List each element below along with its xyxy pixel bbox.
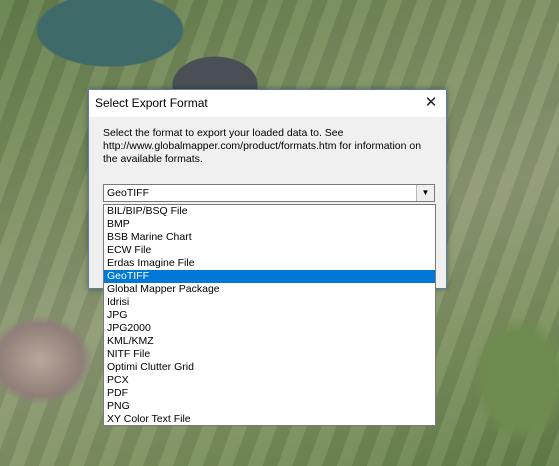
- dialog-title: Select Export Format: [95, 96, 208, 110]
- chevron-down-icon[interactable]: ▼: [416, 185, 434, 201]
- format-select[interactable]: GeoTIFF ▼: [103, 184, 435, 202]
- format-option[interactable]: Erdas Imagine File: [104, 257, 435, 270]
- format-option[interactable]: GeoTIFF: [104, 270, 435, 283]
- format-option[interactable]: Global Mapper Package: [104, 283, 435, 296]
- format-option[interactable]: BSB Marine Chart: [104, 231, 435, 244]
- format-option[interactable]: JPG2000: [104, 322, 435, 335]
- format-option[interactable]: BMP: [104, 218, 435, 231]
- close-icon[interactable]: ✕: [416, 90, 446, 116]
- format-option[interactable]: PDF: [104, 387, 435, 400]
- format-option[interactable]: JPG: [104, 309, 435, 322]
- format-option[interactable]: Optimi Clutter Grid: [104, 361, 435, 374]
- format-select-value: GeoTIFF: [107, 187, 150, 199]
- format-option[interactable]: BIL/BIP/BSQ File: [104, 205, 435, 218]
- format-dropdown-list[interactable]: BIL/BIP/BSQ File BMP BSB Marine Chart ECW F…: [103, 204, 436, 426]
- format-option[interactable]: ECW File: [104, 244, 435, 257]
- format-option[interactable]: PNG: [104, 400, 435, 413]
- format-option[interactable]: XY Color Text File: [104, 413, 435, 425]
- format-option[interactable]: NITF File: [104, 348, 435, 361]
- dialog-titlebar[interactable]: Select Export Format ✕: [89, 90, 446, 117]
- format-option[interactable]: PCX: [104, 374, 435, 387]
- dialog-description: Select the format to export your loaded …: [103, 127, 422, 165]
- format-option[interactable]: Idrisi: [104, 296, 435, 309]
- format-option[interactable]: KML/KMZ: [104, 335, 435, 348]
